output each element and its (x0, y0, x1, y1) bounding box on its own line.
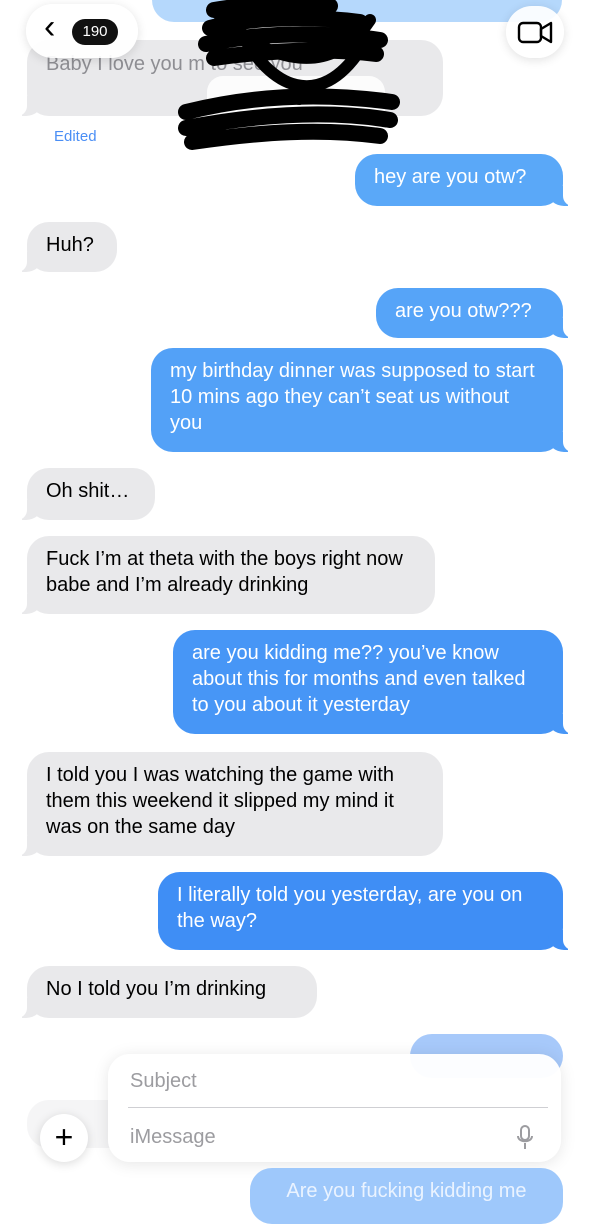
message-text: No I told you I’m drinking (46, 978, 267, 1000)
microphone-icon[interactable] (515, 1124, 535, 1152)
message-text: I told you I was watching the game with … (46, 764, 394, 838)
message-bubble: No I told you I’m drinking (17, 966, 317, 1018)
subject-input[interactable]: Subject (130, 1068, 197, 1094)
message-bubble: I literally told you yesterday, are you … (158, 872, 573, 950)
message-text: Are you fucking kidding me (286, 1180, 527, 1202)
message-text: Fuck I’m at theta with the boys right no… (46, 548, 403, 596)
message-bubble: hey are you otw? (355, 154, 573, 206)
message-text: Huh? (46, 234, 94, 256)
message-text: hey are you otw? (374, 166, 527, 188)
message-text: are you kidding me?? you’ve know about t… (192, 642, 526, 716)
message-text: my birthday dinner was supposed to start… (170, 360, 535, 434)
message-bubble: are you otw??? (376, 288, 573, 338)
message-bubble: are you kidding me?? you’ve know about t… (173, 630, 573, 734)
compose-divider (128, 1107, 548, 1108)
message-input[interactable]: iMessage (130, 1124, 216, 1150)
message-text: are you otw??? (395, 300, 532, 322)
message-bubble: Huh? (17, 222, 117, 272)
plus-button[interactable]: + (40, 1114, 88, 1162)
message-bubble: Fuck I’m at theta with the boys right no… (17, 536, 435, 614)
message-text: I literally told you yesterday, are you … (177, 884, 523, 932)
message-bubble: Oh shit… (17, 468, 155, 520)
message-text: Oh shit… (46, 480, 130, 502)
message-bubble: my birthday dinner was supposed to start… (151, 348, 573, 452)
message-bubble: Are you fucking kidding me (250, 1168, 563, 1224)
message-bubble: I told you I was watching the game with … (17, 752, 443, 856)
